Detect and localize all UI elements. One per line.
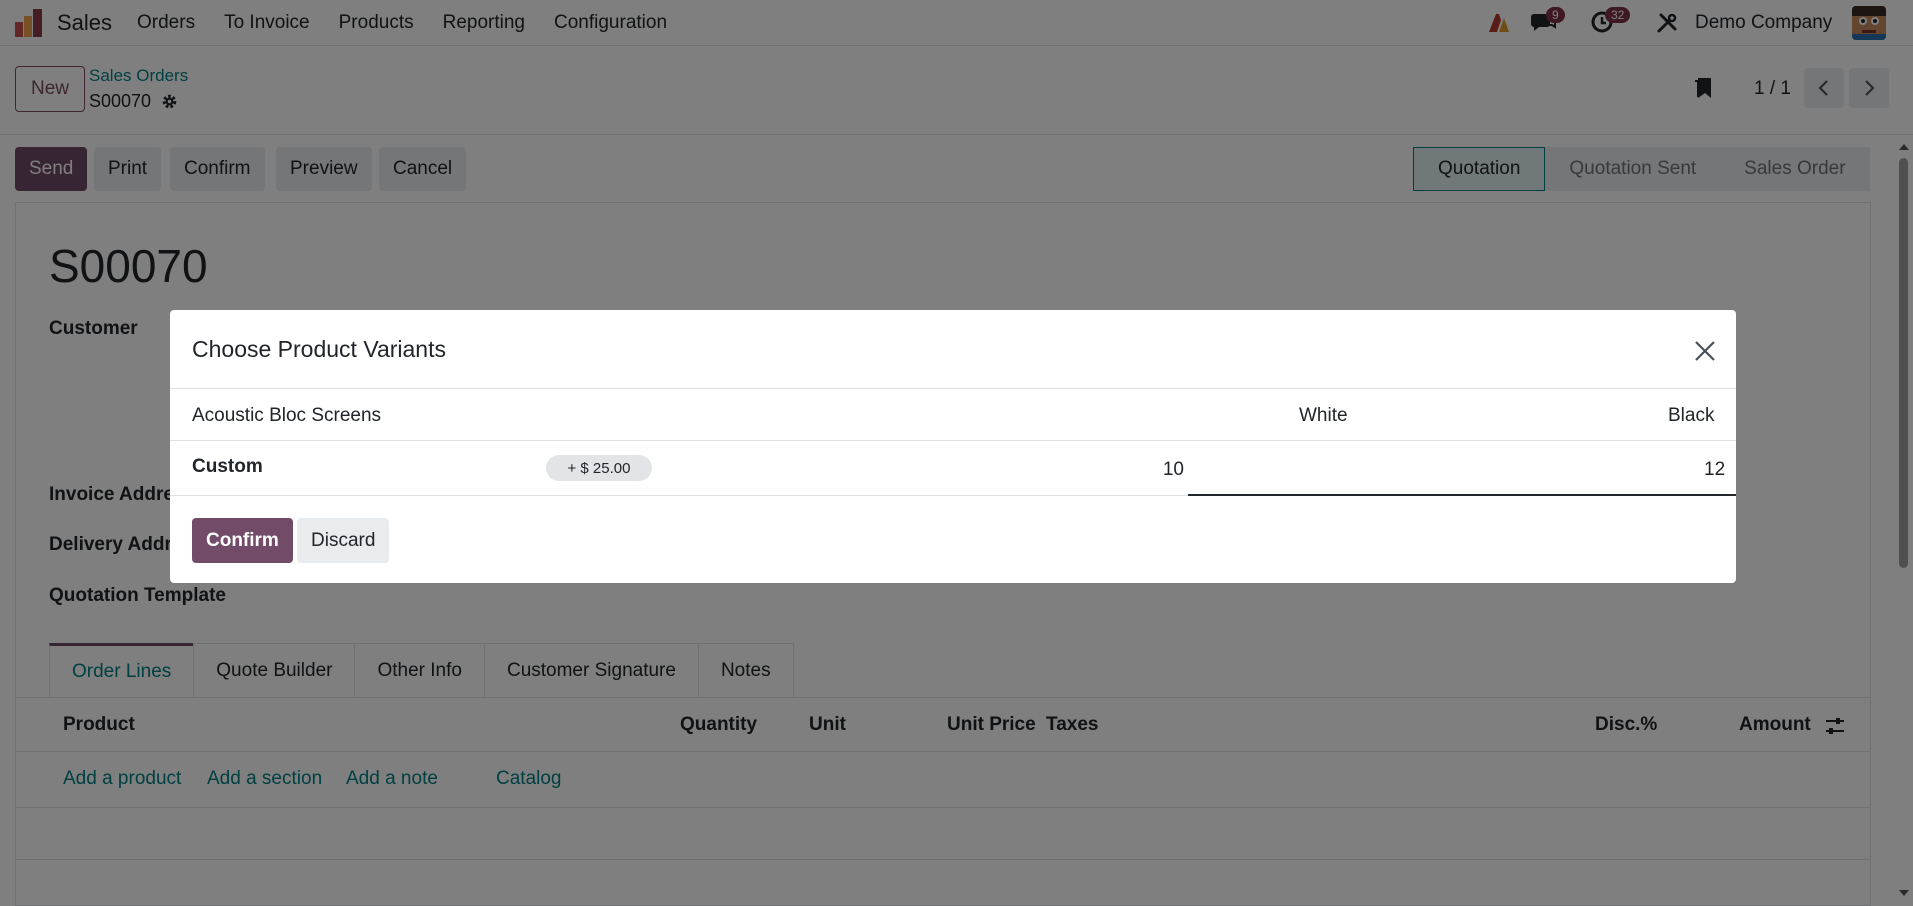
close-icon[interactable]: [1690, 336, 1720, 366]
variant-custom-label: Custom: [192, 456, 263, 477]
variant-row-custom: Custom + $ 25.00 10 12: [170, 441, 1736, 496]
product-name: Acoustic Bloc Screens: [192, 405, 382, 426]
black-qty-field[interactable]: 12: [1188, 441, 1736, 496]
variants-header-row: Acoustic Bloc Screens White Black: [170, 389, 1736, 441]
attribute-white-label: White: [1299, 405, 1348, 426]
attribute-black-label: Black: [1668, 405, 1715, 426]
dialog-confirm-button[interactable]: Confirm: [192, 518, 293, 563]
extra-price-badge: + $ 25.00: [546, 455, 652, 481]
dialog-title: Choose Product Variants: [192, 336, 446, 362]
product-variants-dialog: Choose Product Variants Acoustic Bloc Sc…: [170, 310, 1736, 583]
white-qty-field[interactable]: 10: [1160, 459, 1184, 481]
dialog-discard-button[interactable]: Discard: [297, 518, 390, 563]
black-qty-value: 12: [1704, 459, 1726, 480]
